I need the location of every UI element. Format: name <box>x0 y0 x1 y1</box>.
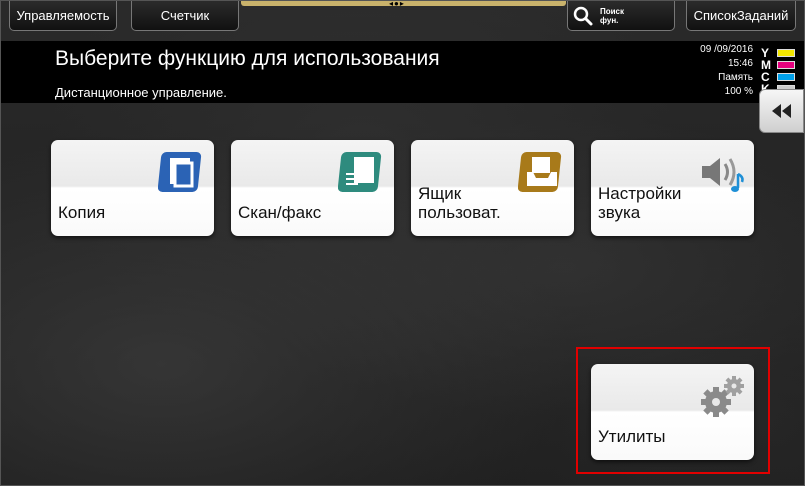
status-time: 15:46 <box>727 58 753 69</box>
copy-label: Копия <box>58 203 106 222</box>
status-date: 09 /09/2016 <box>700 44 753 55</box>
double-chevron-left-icon <box>771 104 791 118</box>
highlight-frame <box>576 347 770 474</box>
toner-bar-cyan <box>777 73 795 81</box>
user-box-icon <box>518 152 562 192</box>
search-function-label: Поиск фун. <box>600 6 625 25</box>
page-subtitle: Дистанционное управление. <box>55 85 227 100</box>
user-box-label: Ящик пользоват. <box>418 184 501 222</box>
toner-bar-magenta <box>777 61 795 69</box>
screen: ◂●▸ Управляемость Счетчик Поиск фун. Спи… <box>0 0 805 486</box>
page-title: Выберите функцию для использования <box>55 47 440 70</box>
sound-icon <box>702 158 744 192</box>
manageability-button[interactable]: Управляемость <box>9 1 117 31</box>
counter-button[interactable]: Счетчик <box>131 1 239 31</box>
header-band: Выберите функцию для использования Диста… <box>1 41 804 103</box>
sound-settings-label: Настройки звука <box>598 184 682 222</box>
status-memory-label: Память <box>718 72 753 83</box>
status-panel: 09 /09/2016 15:46 Память 100 % <box>663 43 753 99</box>
search-function-button[interactable]: Поиск фун. <box>567 1 675 31</box>
toner-bar-yellow <box>777 49 795 57</box>
scan-fax-label: Скан/факс <box>238 203 322 222</box>
status-memory-value: 100 % <box>724 86 753 97</box>
scan-fax-icon <box>338 152 382 192</box>
search-icon <box>573 6 593 25</box>
manageability-label: Управляемость <box>16 8 110 23</box>
toner-indicator: Y M C K <box>761 46 801 96</box>
collapse-panel-button[interactable] <box>759 89 804 133</box>
copy-tile[interactable]: Копия <box>51 140 214 236</box>
job-list-label: СписокЗаданий <box>693 8 789 23</box>
user-box-tile[interactable]: Ящик пользоват. <box>411 140 574 236</box>
copy-icon <box>158 152 202 192</box>
scan-fax-tile[interactable]: Скан/факс <box>231 140 394 236</box>
grip-handle-icon[interactable]: ◂●▸ <box>389 1 405 8</box>
sound-settings-tile[interactable]: Настройки звука <box>591 140 754 236</box>
job-list-button[interactable]: СписокЗаданий <box>686 1 796 31</box>
counter-label: Счетчик <box>160 8 210 23</box>
